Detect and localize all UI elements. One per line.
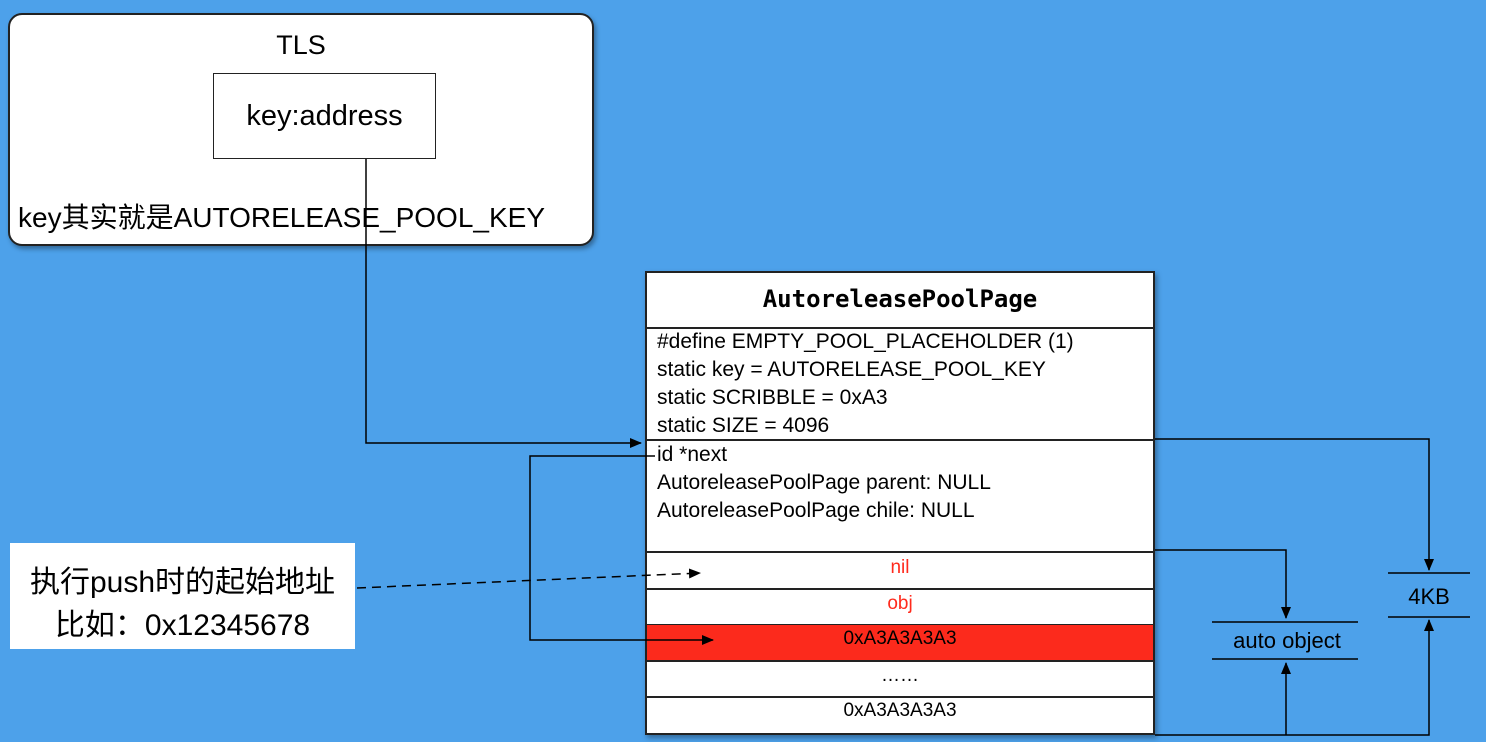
auto-object-top-arrow	[1155, 549, 1291, 619]
push-start-arrow	[356, 568, 701, 589]
size-bottom-arrow	[1155, 619, 1434, 736]
next-pointer-arrow	[529, 455, 714, 645]
tls-to-page-arrow	[365, 159, 642, 448]
connector-arrows	[356, 159, 1470, 736]
